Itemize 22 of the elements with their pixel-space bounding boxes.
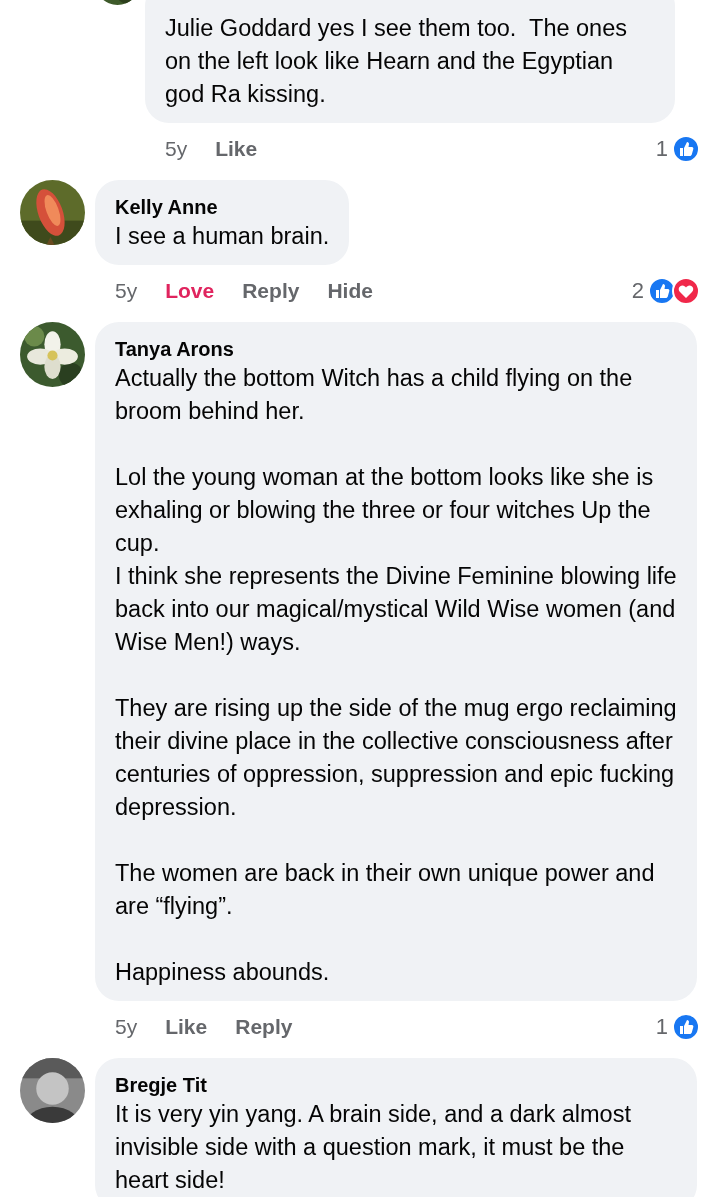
- reaction-link[interactable]: Love: [165, 279, 215, 303]
- reaction-link[interactable]: Reply: [242, 279, 300, 303]
- comment-text: Actually the bottom Witch has a child flying on the broom behind her. Lol the young woman at the bottom looks like she is exhaling or blowing the three or four witches Up the cup. I think she represents the Divine Feminine blowing life back into our magical/mystical Wild Wise women (and Wise Men!) ways. They are rising up the side of the mug ergo reclaiming their divine place in the collective consciousness after centuries of oppression, suppression and epic fucking depression. The women are back in their own unique power and are “flying”. Happiness abounds.: [115, 364, 677, 987]
- reaction-count: 1: [655, 1014, 668, 1040]
- timestamp: 5y: [115, 279, 138, 303]
- comment-text: I see a human brain.: [115, 222, 330, 251]
- comment-text: It is very yin yang. A brain side, and a dark almost invisible side with a question mark, it must be the heart side!: [115, 1100, 632, 1195]
- author-name[interactable]: Tanya Arons: [115, 336, 677, 362]
- reaction-link[interactable]: Like: [165, 1015, 208, 1039]
- reaction-count: 2: [631, 278, 644, 304]
- comment-text: Julie Goddard yes I see them too. The ones on the left look like Hearn and the Egyptian god Ra kissing.: [165, 14, 628, 109]
- reaction-link[interactable]: Reply: [235, 1015, 293, 1039]
- reaction-link[interactable]: Hide: [327, 279, 373, 303]
- reaction-link[interactable]: Like: [215, 137, 258, 161]
- timestamp: 5y: [165, 137, 188, 161]
- author-name[interactable]: Bregje Tit: [115, 1072, 677, 1098]
- reaction-count: 1: [655, 136, 668, 162]
- thumbs-up-icon: [648, 277, 676, 305]
- author-name[interactable]: Kelly Anne: [115, 194, 330, 220]
- timestamp: 5y: [115, 1015, 138, 1039]
- thumbs-up-icon: [672, 1013, 700, 1041]
- thumbs-up-icon: [672, 135, 700, 163]
